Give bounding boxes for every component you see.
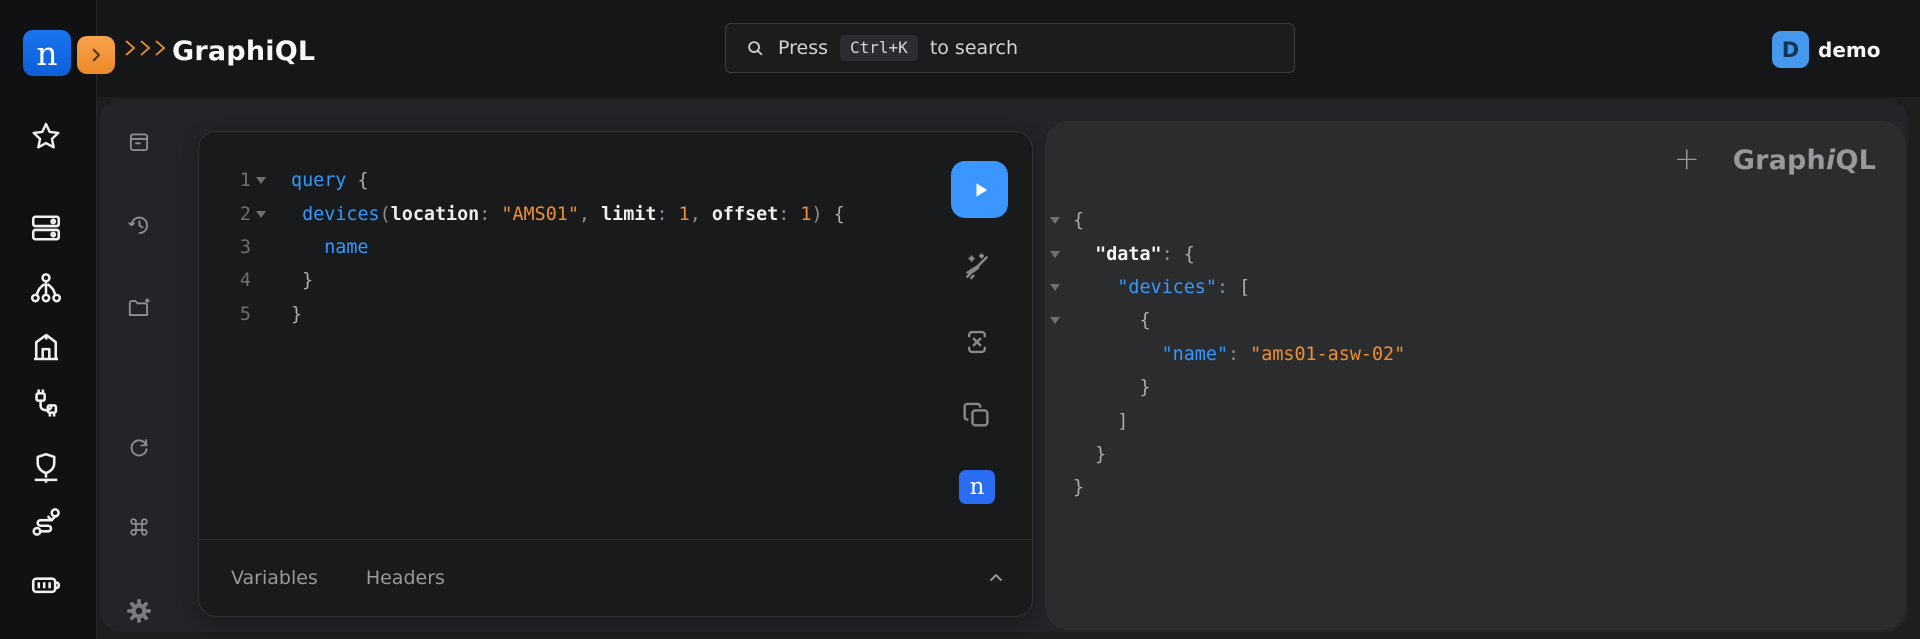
code-text: ] bbox=[1073, 411, 1128, 432]
code-line: 5} bbox=[199, 298, 932, 331]
code-line: } bbox=[1045, 371, 1906, 404]
fold-toggle-icon[interactable] bbox=[253, 211, 269, 218]
favorites-star-icon[interactable] bbox=[29, 120, 63, 154]
code-text: name bbox=[269, 237, 369, 258]
code-line: "devices": [ bbox=[1045, 271, 1906, 304]
sidebar-toggle-button[interactable] bbox=[77, 36, 115, 74]
query-editor[interactable]: 1 query { 2 devices(location: "AMS01", lim… bbox=[199, 164, 932, 331]
fold-toggle-icon[interactable] bbox=[1050, 217, 1073, 224]
code-text: "name": "ams01-asw-02" bbox=[1073, 344, 1405, 365]
power-panel-icon[interactable] bbox=[28, 567, 64, 603]
response-viewer: { "data": { "devices": [ { "name": "ams0… bbox=[1045, 121, 1906, 630]
execute-query-button[interactable] bbox=[951, 161, 1008, 218]
play-icon bbox=[966, 176, 994, 204]
code-text: query { bbox=[269, 170, 369, 191]
chevron-right-icon bbox=[87, 46, 105, 64]
organization-building-icon[interactable] bbox=[28, 329, 64, 365]
code-text: } bbox=[1073, 377, 1151, 398]
search-icon bbox=[744, 37, 766, 59]
devices-racks-icon[interactable] bbox=[28, 210, 64, 246]
editor-footer: Variables Headers bbox=[199, 539, 1032, 616]
nautobot-graphiql-page: n GraphiQL Press Ctrl+K to search D demo bbox=[0, 0, 1920, 639]
code-line: 2 devices(location: "AMS01", limit: 1, o… bbox=[199, 197, 932, 230]
line-number: 2 bbox=[199, 204, 251, 225]
tab-variables[interactable]: Variables bbox=[231, 567, 318, 589]
avatar: D bbox=[1772, 31, 1809, 68]
keyboard-shortcuts-command-icon[interactable] bbox=[126, 514, 152, 540]
fold-toggle-icon[interactable] bbox=[1050, 251, 1073, 258]
code-text: devices(location: "AMS01", limit: 1, off… bbox=[269, 204, 845, 225]
code-text: { bbox=[1073, 210, 1084, 231]
search-placeholder-after: to search bbox=[930, 37, 1018, 59]
app-sidebar bbox=[0, 0, 97, 639]
code-line: } bbox=[1045, 438, 1906, 471]
code-line: 4 } bbox=[199, 264, 932, 297]
tab-headers[interactable]: Headers bbox=[366, 567, 445, 589]
query-editor-panel: 1 query { 2 devices(location: "AMS01", lim… bbox=[198, 131, 1033, 617]
code-line: ] bbox=[1045, 404, 1906, 437]
nautobot-plugin-button[interactable]: n bbox=[959, 470, 995, 504]
code-line: { bbox=[1045, 204, 1906, 237]
code-line: "name": "ams01-asw-02" bbox=[1045, 338, 1906, 371]
code-line: 3 name bbox=[199, 231, 932, 264]
nautobot-logo[interactable]: n bbox=[23, 30, 71, 76]
copy-query-icon[interactable] bbox=[960, 398, 994, 436]
security-shield-icon[interactable] bbox=[28, 450, 64, 486]
fold-toggle-icon[interactable] bbox=[253, 177, 269, 184]
code-text: } bbox=[1073, 477, 1084, 498]
response-panel: + GraphiQL { "data": { "devices": [ { "n… bbox=[1045, 121, 1906, 630]
prettify-query-icon[interactable] bbox=[960, 250, 994, 288]
fold-toggle-icon[interactable] bbox=[1050, 284, 1073, 291]
code-line: 1 query { bbox=[199, 164, 932, 197]
search-placeholder-before: Press bbox=[778, 37, 828, 59]
fold-toggle-icon[interactable] bbox=[1050, 317, 1073, 324]
username: demo bbox=[1818, 38, 1880, 62]
merge-fragments-icon[interactable] bbox=[960, 325, 994, 363]
docs-explorer-icon[interactable] bbox=[126, 129, 152, 155]
code-text: "data": { bbox=[1073, 244, 1195, 265]
saved-queries-folder-plus-icon[interactable] bbox=[126, 295, 152, 321]
line-number: 5 bbox=[199, 304, 251, 325]
history-icon[interactable] bbox=[126, 212, 152, 238]
settings-gear-icon[interactable] bbox=[124, 596, 154, 626]
page-title: GraphiQL bbox=[172, 36, 315, 67]
breadcrumb-marker bbox=[123, 38, 168, 58]
chevron-up-icon[interactable] bbox=[986, 568, 1006, 588]
cables-connections-icon[interactable] bbox=[28, 385, 64, 421]
user-menu[interactable]: D demo bbox=[1772, 31, 1880, 68]
line-number: 4 bbox=[199, 270, 251, 291]
search-input[interactable]: Press Ctrl+K to search bbox=[725, 23, 1295, 73]
code-line: } bbox=[1045, 471, 1906, 504]
line-number: 3 bbox=[199, 237, 251, 258]
code-text: } bbox=[269, 270, 313, 291]
code-text: "devices": [ bbox=[1073, 277, 1250, 298]
refetch-schema-icon[interactable] bbox=[126, 435, 152, 461]
code-text: } bbox=[1073, 444, 1106, 465]
code-text: { bbox=[1073, 310, 1151, 331]
automation-route-icon[interactable] bbox=[28, 504, 64, 540]
code-line: "data": { bbox=[1045, 237, 1906, 270]
search-hotkey-chip: Ctrl+K bbox=[840, 35, 918, 61]
code-text: } bbox=[269, 304, 302, 325]
code-line: { bbox=[1045, 304, 1906, 337]
line-number: 1 bbox=[199, 170, 251, 191]
network-topology-icon[interactable] bbox=[28, 270, 64, 306]
